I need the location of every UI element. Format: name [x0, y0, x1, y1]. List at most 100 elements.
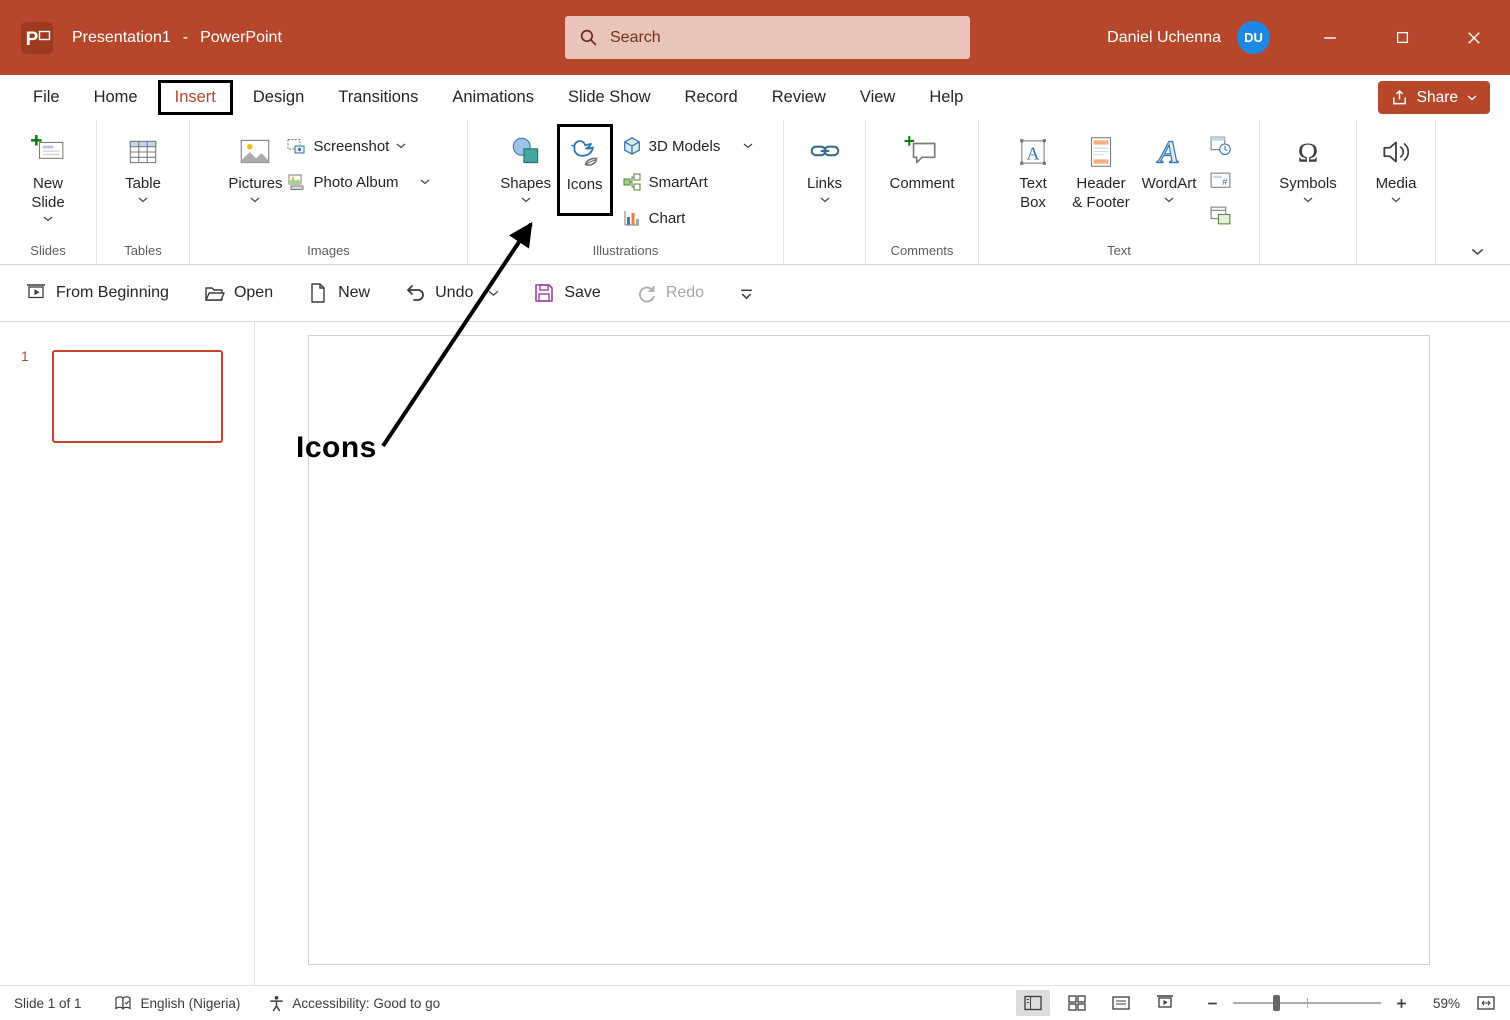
tab-home[interactable]: Home: [77, 80, 155, 115]
share-button[interactable]: Share: [1378, 81, 1490, 114]
zoom-out-icon: [1206, 997, 1219, 1010]
slide-thumbnail-number: 1: [21, 348, 29, 364]
reading-view-icon: [1111, 993, 1131, 1013]
ribbon: New Slide Slides Table Tables: [0, 120, 1510, 265]
tab-transitions[interactable]: Transitions: [321, 80, 435, 115]
comment-button[interactable]: Comment: [889, 123, 954, 194]
collapse-ribbon-icon[interactable]: [1471, 248, 1484, 256]
redo-button[interactable]: Redo: [635, 282, 704, 304]
tab-insert[interactable]: Insert: [158, 80, 233, 115]
new-slide-button[interactable]: New Slide: [20, 123, 76, 222]
undo-icon: [404, 282, 426, 304]
tab-review[interactable]: Review: [755, 80, 843, 115]
new-button[interactable]: New: [307, 282, 370, 304]
share-icon: [1391, 89, 1408, 106]
links-icon: [807, 132, 843, 172]
accessibility-status[interactable]: Accessibility: Good to go: [292, 996, 440, 1011]
save-button[interactable]: Save: [533, 282, 600, 304]
slide-canvas[interactable]: [308, 335, 1430, 965]
zoom-slider-thumb[interactable]: [1273, 995, 1280, 1011]
3d-models-button[interactable]: 3D Models: [622, 134, 754, 158]
symbols-button[interactable]: Ω Symbols: [1279, 123, 1337, 203]
proofing-icon[interactable]: [114, 994, 132, 1012]
tab-record[interactable]: Record: [668, 80, 755, 115]
zoom-in-button[interactable]: [1395, 997, 1408, 1010]
search-icon: [579, 28, 598, 47]
from-beginning-icon: [25, 282, 47, 304]
language-indicator[interactable]: English (Nigeria): [141, 996, 241, 1011]
ribbon-group-images: Pictures Screenshot: [190, 120, 468, 264]
reading-view-button[interactable]: [1104, 990, 1138, 1016]
tab-file[interactable]: File: [16, 80, 77, 115]
zoom-slider-tick: [1307, 998, 1308, 1008]
search-box[interactable]: [565, 16, 970, 59]
media-button[interactable]: Media: [1368, 123, 1424, 203]
slide-number-icon: #: [1209, 169, 1232, 192]
photo-album-icon: [286, 172, 306, 192]
text-box-icon: A: [1015, 132, 1051, 172]
text-box-button[interactable]: A Text Box: [1005, 123, 1061, 213]
chart-button[interactable]: Chart: [622, 206, 686, 230]
save-icon: [533, 282, 555, 304]
smartart-button[interactable]: SmartArt: [622, 170, 708, 194]
slide-sorter-view-button[interactable]: [1060, 990, 1094, 1016]
wordart-label: WordArt: [1142, 175, 1197, 194]
slide-show-button[interactable]: [1148, 990, 1182, 1016]
open-button[interactable]: Open: [203, 282, 273, 304]
minimize-button[interactable]: [1294, 0, 1366, 75]
undo-button[interactable]: Undo: [404, 282, 499, 304]
ribbon-filler: [1436, 120, 1510, 264]
zoom-out-button[interactable]: [1206, 997, 1219, 1010]
table-button[interactable]: Table: [115, 123, 171, 203]
maximize-button[interactable]: [1366, 0, 1438, 75]
tab-animations[interactable]: Animations: [435, 80, 551, 115]
slide-number-button[interactable]: #: [1207, 167, 1233, 193]
screenshot-button[interactable]: Screenshot: [286, 134, 406, 158]
qat-customize-button[interactable]: [738, 285, 755, 302]
zoom-level[interactable]: 59%: [1418, 996, 1460, 1011]
date-time-button[interactable]: [1207, 132, 1233, 158]
save-label: Save: [564, 284, 600, 302]
chevron-down-icon[interactable]: [488, 290, 499, 297]
title-bar-right: Daniel Uchenna DU: [1107, 0, 1510, 75]
photo-album-button[interactable]: Photo Album: [286, 170, 429, 194]
zoom-in-icon: [1395, 997, 1408, 1010]
tab-help[interactable]: Help: [912, 80, 980, 115]
search-input[interactable]: [610, 29, 956, 47]
photo-album-label: Photo Album: [313, 174, 398, 191]
chevron-down-icon: [138, 197, 148, 203]
pictures-button[interactable]: Pictures: [227, 123, 283, 203]
slide-indicator[interactable]: Slide 1 of 1: [14, 996, 82, 1011]
tab-slide-show[interactable]: Slide Show: [551, 80, 668, 115]
group-label-comments: Comments: [871, 240, 973, 264]
chevron-down-icon: [820, 197, 830, 203]
icons-button[interactable]: Icons: [557, 124, 613, 216]
tab-design[interactable]: Design: [236, 80, 321, 115]
open-label: Open: [234, 284, 273, 302]
powerpoint-logo-icon: P: [20, 21, 54, 55]
fit-slide-button[interactable]: [1476, 993, 1496, 1013]
links-button[interactable]: Links: [797, 123, 853, 203]
shapes-button[interactable]: Shapes: [498, 123, 554, 203]
ribbon-group-illustrations: Shapes Icons: [468, 120, 784, 264]
group-label-illustrations: Illustrations: [473, 240, 778, 264]
zoom-slider[interactable]: [1233, 1002, 1381, 1004]
from-beginning-button[interactable]: From Beginning: [25, 282, 169, 304]
new-slide-label: New Slide: [25, 175, 71, 213]
header-footer-button[interactable]: Header & Footer: [1071, 123, 1131, 213]
wordart-button[interactable]: A WordArt: [1141, 123, 1197, 203]
header-footer-label: Header & Footer: [1071, 175, 1131, 213]
from-beginning-label: From Beginning: [56, 284, 169, 302]
status-bar: Slide 1 of 1 English (Nigeria) Accessibi…: [0, 985, 1510, 1020]
avatar[interactable]: DU: [1237, 21, 1270, 54]
fit-slide-icon: [1476, 993, 1496, 1013]
slide-thumbnail[interactable]: [52, 350, 223, 443]
object-button[interactable]: [1207, 202, 1233, 228]
normal-view-button[interactable]: [1016, 990, 1050, 1016]
tab-view[interactable]: View: [843, 80, 912, 115]
chevron-down-icon: [43, 216, 53, 222]
media-label: Media: [1376, 175, 1417, 194]
icons-icon: [567, 133, 603, 173]
close-button[interactable]: [1438, 0, 1510, 75]
ribbon-group-comments: Comment Comments: [866, 120, 979, 264]
